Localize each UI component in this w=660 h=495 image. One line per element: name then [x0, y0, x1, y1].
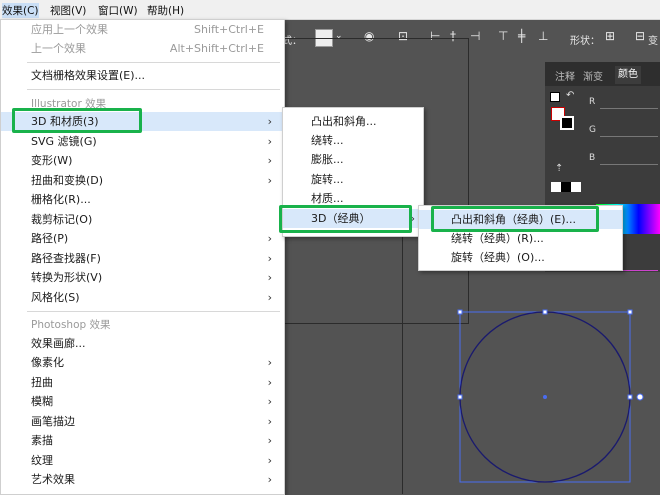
photoshop-section-header: Photoshop 效果: [31, 319, 111, 331]
highlight-3d-classic: [279, 205, 412, 233]
menu-item-rotate-classic[interactable]: 旋转（经典）(O)...: [419, 248, 622, 267]
r-slider[interactable]: [600, 108, 658, 109]
white-swatch[interactable]: [571, 182, 581, 192]
none-swatch[interactable]: [551, 182, 561, 192]
channel-g-label: G: [589, 125, 596, 135]
menu-item-svg-filters[interactable]: SVG 滤镜(G) ›: [1, 132, 284, 151]
align-bottom-icon[interactable]: ⊥: [538, 29, 548, 43]
transform-icon[interactable]: ⊡: [398, 29, 408, 43]
effect-menu: 应用上一个效果 Shift+Ctrl+E 上一个效果 Alt+Shift+Ctr…: [0, 19, 285, 495]
recolor-icon[interactable]: ◉: [364, 29, 374, 43]
menu-separator: [27, 311, 280, 312]
style-label: 式：: [282, 36, 302, 47]
menu-window[interactable]: 窗口(W): [98, 3, 138, 18]
chevron-right-icon: ›: [267, 434, 272, 447]
menu-item-crop-marks[interactable]: 裁剪标记(O): [1, 210, 284, 229]
black-swatch[interactable]: [561, 182, 571, 192]
chevron-right-icon: ›: [267, 395, 272, 408]
menu-item-convert-to-shape[interactable]: 转换为形状(V) ›: [1, 268, 284, 287]
menu-help[interactable]: 帮助(H): [147, 3, 184, 18]
chevron-right-icon: ›: [267, 154, 272, 167]
menu-item-effect-gallery[interactable]: 效果画廊...: [1, 334, 284, 353]
chevron-right-icon: ›: [267, 415, 272, 428]
chevron-right-icon: ›: [267, 356, 272, 369]
menu-item-rasterize[interactable]: 栅格化(R)...: [1, 190, 284, 209]
menu-item-blur[interactable]: 模糊 ›: [1, 392, 284, 411]
menu-bar: 效果(C) 视图(V) 窗口(W) 帮助(H): [0, 0, 660, 20]
highlight-extrude-bevel-classic: [431, 206, 599, 232]
g-slider[interactable]: [600, 136, 658, 137]
chevron-right-icon: ›: [267, 135, 272, 148]
menu-item-pixelate[interactable]: 像素化 ›: [1, 353, 284, 372]
align-top-icon[interactable]: ⊤: [498, 29, 508, 43]
menu-item-apply-last-effect[interactable]: 应用上一个效果 Shift+Ctrl+E: [1, 20, 284, 39]
b-slider[interactable]: [600, 164, 658, 165]
menu-item-distort-transform[interactable]: 扭曲和变换(D) ›: [1, 171, 284, 190]
chevron-right-icon: ›: [267, 174, 272, 187]
align-left-icon[interactable]: ⊢: [430, 29, 440, 43]
menu-item-path[interactable]: 路径(P) ›: [1, 229, 284, 248]
menu-item-last-effect[interactable]: 上一个效果 Alt+Shift+Ctrl+E: [1, 39, 284, 58]
menu-item-brush-strokes[interactable]: 画笔描边 ›: [1, 412, 284, 431]
selected-circle[interactable]: [450, 300, 650, 494]
align-middle-icon[interactable]: ╪: [518, 29, 525, 43]
shape-icon[interactable]: ⊞: [605, 29, 615, 43]
shape-label: 形状：: [570, 36, 600, 47]
transform-label: 变: [648, 36, 658, 47]
menu-item-document-raster-settings[interactable]: 文档栅格效果设置(E)...: [1, 66, 284, 85]
channel-b-label: B: [589, 153, 596, 163]
menu-item-rotate[interactable]: 旋转...: [283, 170, 423, 189]
menu-item-texture[interactable]: 纹理 ›: [1, 451, 284, 470]
default-colors-icon[interactable]: [550, 92, 560, 102]
menu-item-sketch[interactable]: 素描 ›: [1, 431, 284, 450]
chevron-right-icon: ›: [267, 115, 272, 128]
menu-item-revolve[interactable]: 绕转...: [283, 131, 423, 150]
tab-color[interactable]: 颜色: [615, 66, 641, 84]
tab-annotation[interactable]: 注释: [555, 68, 575, 83]
chevron-right-icon: ›: [267, 271, 272, 284]
swap-colors-icon[interactable]: ↶: [566, 90, 574, 101]
menu-item-artistic[interactable]: 艺术效果 ›: [1, 470, 284, 489]
menu-item-extrude-bevel[interactable]: 凸出和斜角...: [283, 112, 423, 131]
chevron-right-icon: ›: [267, 376, 272, 389]
chevron-right-icon: ›: [267, 291, 272, 304]
menu-effect[interactable]: 效果(C): [2, 3, 39, 18]
stroke-swatch[interactable]: [560, 116, 574, 130]
chevron-right-icon: ›: [267, 252, 272, 265]
align-center-icon[interactable]: ‡: [450, 29, 456, 43]
control-bar: 式： ⌄ ◉ ⊡ ⊢ ‡ ⊣ ⊤ ╪ ⊥ 形状： ⊞ ⊟ 变: [280, 20, 660, 58]
warning-icon: ⇡: [555, 163, 564, 174]
chevron-right-icon: ›: [267, 454, 272, 467]
highlight-3d-materials: [12, 108, 142, 133]
chevron-down-icon[interactable]: ⌄: [335, 31, 343, 41]
align-right-icon[interactable]: ⊣: [470, 29, 480, 43]
chevron-right-icon: ›: [267, 232, 272, 245]
menu-separator: [27, 89, 280, 90]
panel-tabs: 注释 渐变 颜色: [545, 62, 660, 86]
menu-view[interactable]: 视图(V): [50, 3, 86, 18]
channel-r-label: R: [589, 97, 596, 107]
guide-line: [468, 38, 469, 324]
chevron-right-icon: ›: [267, 473, 272, 486]
tab-gradient[interactable]: 渐变: [583, 68, 603, 83]
menu-item-inflate[interactable]: 膨胀...: [283, 150, 423, 169]
menu-item-distort[interactable]: 扭曲 ›: [1, 373, 284, 392]
menu-separator: [27, 62, 280, 63]
menu-item-warp[interactable]: 变形(W) ›: [1, 151, 284, 170]
menu-item-stylize[interactable]: 风格化(S) ›: [1, 288, 284, 307]
transform-panel-icon[interactable]: ⊟: [635, 29, 645, 43]
menu-item-pathfinder[interactable]: 路径查找器(F) ›: [1, 249, 284, 268]
